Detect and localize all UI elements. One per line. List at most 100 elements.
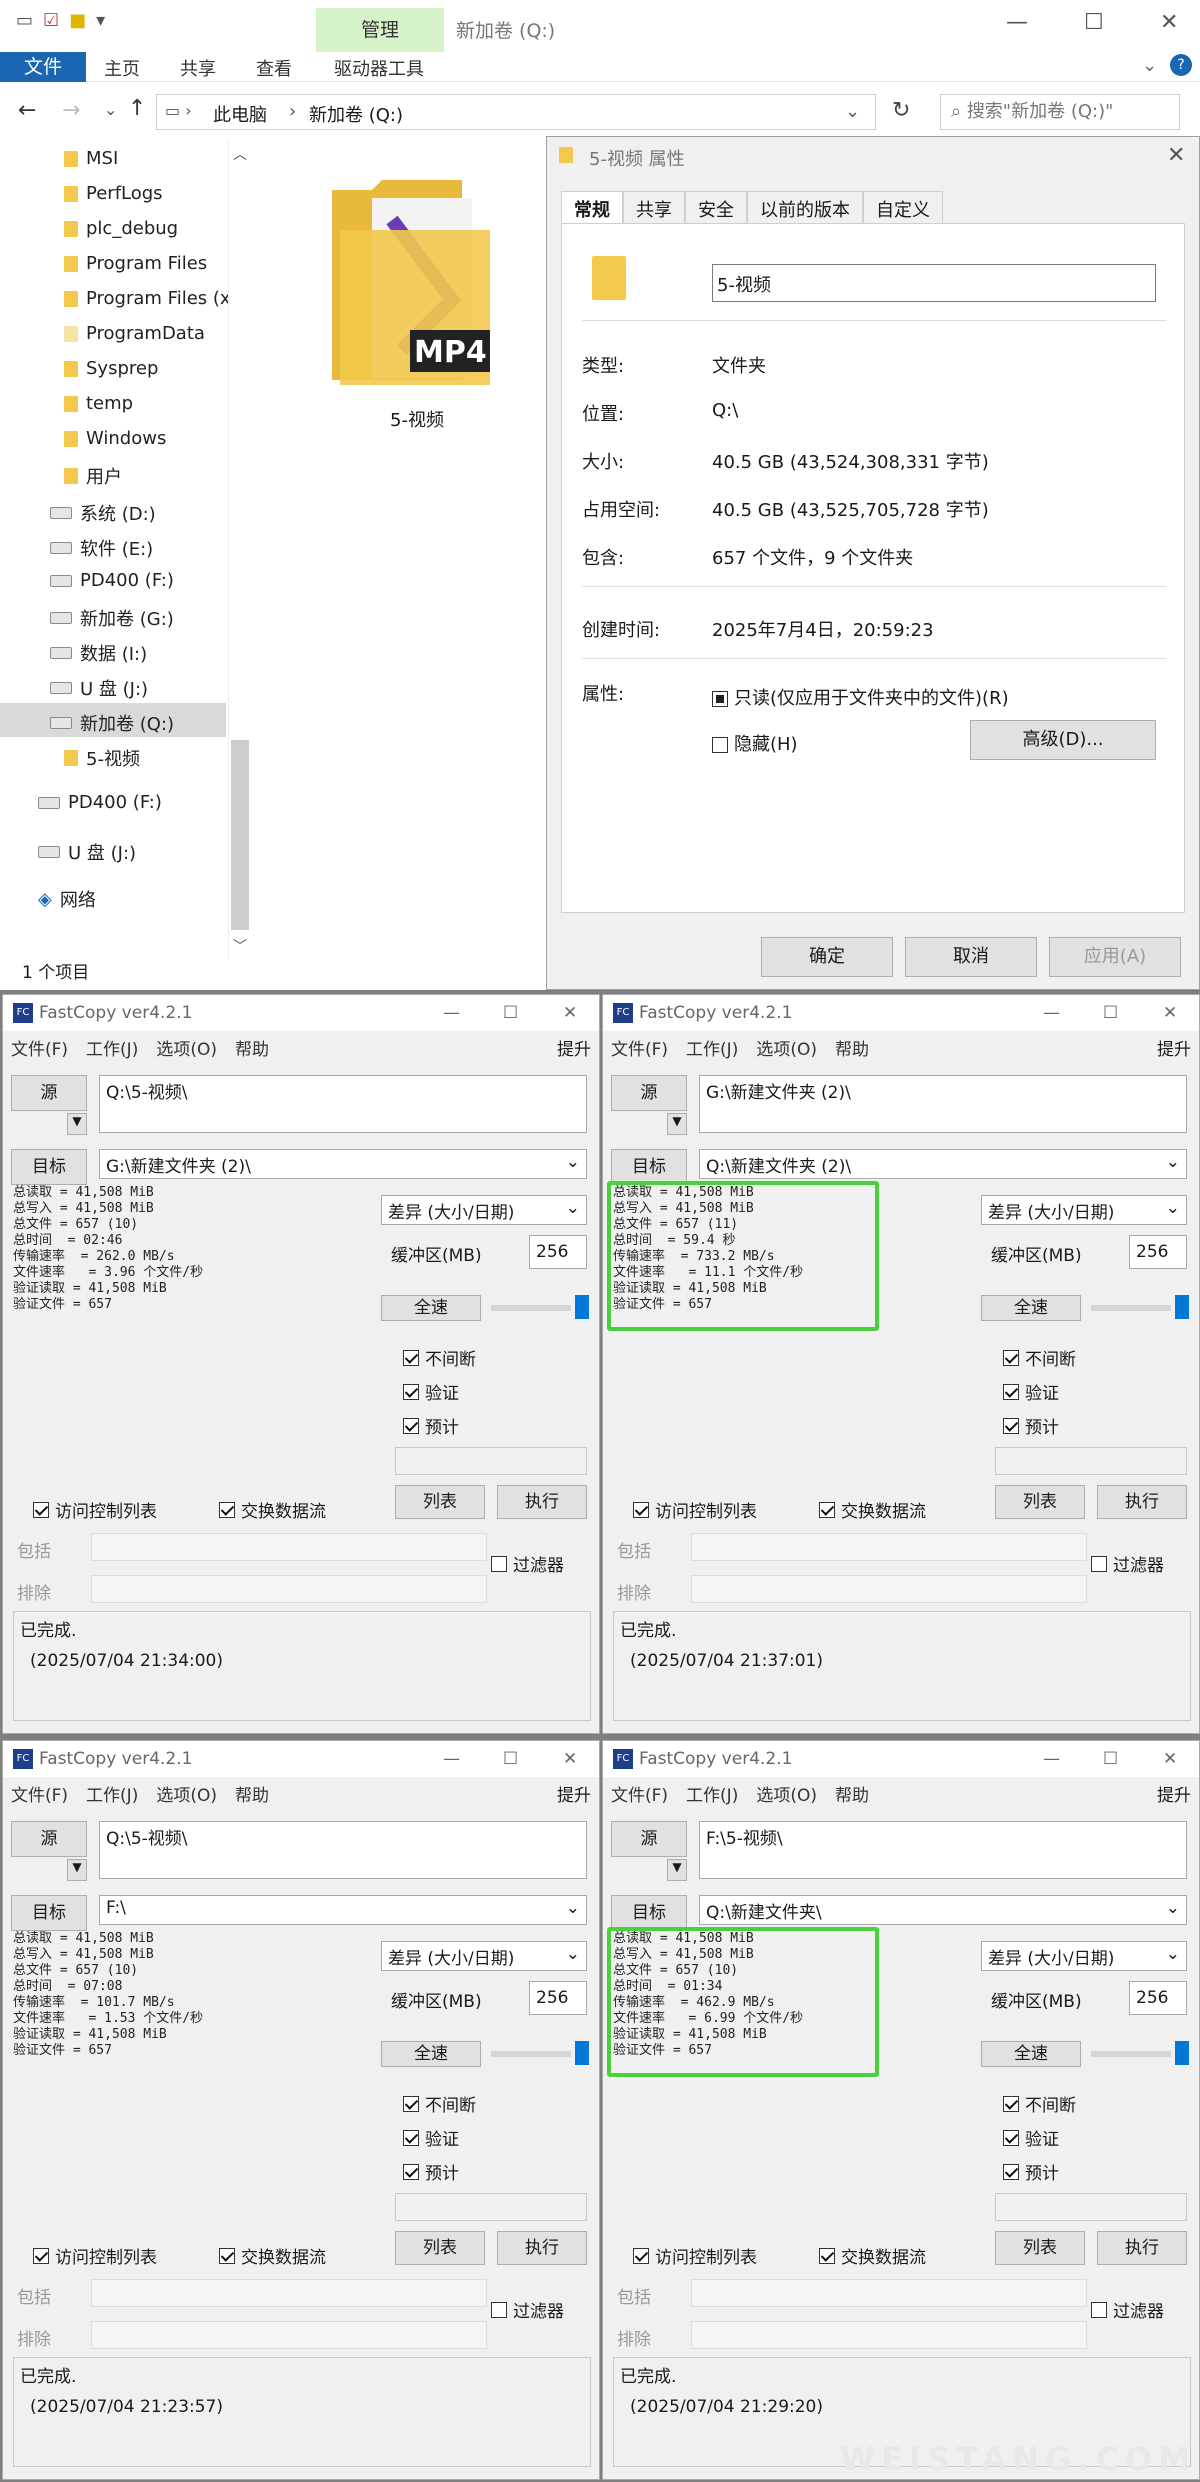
- elevate-link[interactable]: 提升: [1157, 1035, 1191, 1060]
- chevron-down-icon[interactable]: ⌄: [1166, 1152, 1180, 1172]
- estimate-checkbox[interactable]: 预计: [403, 1413, 459, 1438]
- filter-checkbox[interactable]: 过滤器: [1091, 1551, 1164, 1576]
- full-speed-button[interactable]: 全速: [381, 2041, 481, 2067]
- execute-button[interactable]: 执行: [1097, 2231, 1187, 2265]
- exclude-filter-field[interactable]: [691, 1575, 1087, 1603]
- speed-slider-thumb[interactable]: [1175, 1295, 1189, 1319]
- estimate-checkbox[interactable]: 预计: [403, 2159, 459, 2184]
- maximize-icon[interactable]: ☐: [503, 995, 518, 1031]
- verify-checkbox[interactable]: 验证: [1003, 2125, 1059, 2150]
- drive-icon[interactable]: ▭: [16, 10, 33, 31]
- speed-slider-thumb[interactable]: [1175, 2041, 1189, 2065]
- nav-item-drive[interactable]: PD400 (F:): [38, 792, 162, 813]
- menu-help[interactable]: 帮助: [835, 1040, 869, 1060]
- nav-item[interactable]: PerfLogs: [64, 183, 163, 204]
- new-folder-icon[interactable]: ■: [69, 10, 86, 31]
- menu-file[interactable]: 文件(F): [11, 1786, 68, 1806]
- buffer-size-field[interactable]: 256: [1129, 1981, 1187, 2015]
- include-filter-field[interactable]: [691, 2279, 1087, 2307]
- help-icon[interactable]: ?: [1170, 54, 1192, 76]
- menu-job[interactable]: 工作(J): [86, 1040, 138, 1060]
- search-input[interactable]: ⌕ 搜索"新加卷 (Q:)": [940, 94, 1180, 130]
- tab-home[interactable]: 主页: [104, 55, 140, 81]
- close-icon[interactable]: ✕: [563, 995, 577, 1031]
- folder-item[interactable]: MP4 5-视频: [332, 180, 492, 431]
- include-filter-field[interactable]: [691, 1533, 1087, 1561]
- cancel-button[interactable]: 取消: [905, 937, 1037, 977]
- menu-options[interactable]: 选项(O): [756, 1786, 817, 1806]
- source-path-field[interactable]: Q:\5-视频\: [99, 1821, 587, 1879]
- customize-toolbar-icon[interactable]: ▾: [96, 10, 105, 31]
- source-button[interactable]: 源: [611, 1821, 687, 1857]
- execute-button[interactable]: 执行: [497, 2231, 587, 2265]
- acl-checkbox[interactable]: 访问控制列表: [33, 2243, 157, 2268]
- tab-customize[interactable]: 自定义: [863, 191, 943, 226]
- source-dropdown-icon[interactable]: ▼: [667, 1859, 687, 1881]
- nav-item-drive[interactable]: PD400 (F:): [50, 570, 174, 591]
- filter-checkbox[interactable]: 过滤器: [491, 2297, 564, 2322]
- ads-checkbox[interactable]: 交换数据流: [219, 1497, 326, 1522]
- buffer-size-field[interactable]: 256: [1129, 1235, 1187, 1269]
- destination-path-field[interactable]: Q:\新建文件夹 (2)\ ⌄: [699, 1149, 1187, 1179]
- close-icon[interactable]: ✕: [1167, 143, 1185, 168]
- minimize-icon[interactable]: —: [443, 1741, 460, 1777]
- exclude-filter-field[interactable]: [691, 2321, 1087, 2349]
- menu-help[interactable]: 帮助: [235, 1040, 269, 1060]
- recent-locations-icon[interactable]: ⌄: [104, 100, 117, 119]
- menu-file[interactable]: 文件(F): [611, 1040, 668, 1060]
- menu-file[interactable]: 文件(F): [11, 1040, 68, 1060]
- forward-icon[interactable]: →: [62, 98, 80, 123]
- nav-item[interactable]: temp: [64, 393, 133, 414]
- menu-options[interactable]: 选项(O): [156, 1786, 217, 1806]
- tab-previous-versions[interactable]: 以前的版本: [747, 191, 863, 226]
- source-dropdown-icon[interactable]: ▼: [67, 1113, 87, 1135]
- source-path-field[interactable]: G:\新建文件夹 (2)\: [699, 1075, 1187, 1133]
- nav-item[interactable]: MSI: [64, 148, 118, 169]
- menu-help[interactable]: 帮助: [235, 1786, 269, 1806]
- tab-view[interactable]: 查看: [256, 55, 292, 81]
- nav-item[interactable]: Windows: [64, 428, 166, 449]
- ads-checkbox[interactable]: 交换数据流: [819, 1497, 926, 1522]
- menu-job[interactable]: 工作(J): [86, 1786, 138, 1806]
- refresh-icon[interactable]: ↻: [892, 98, 910, 123]
- filter-checkbox[interactable]: 过滤器: [491, 1551, 564, 1576]
- elevate-link[interactable]: 提升: [557, 1035, 591, 1060]
- destination-button[interactable]: 目标: [11, 1895, 87, 1931]
- hidden-checkbox[interactable]: 隐藏(H): [712, 730, 798, 756]
- destination-button[interactable]: 目标: [611, 1895, 687, 1931]
- address-bar[interactable]: ▭ › 此电脑 › 新加卷 (Q:) ⌄: [156, 94, 876, 130]
- nav-item-drive[interactable]: U 盘 (J:): [50, 675, 148, 701]
- back-icon[interactable]: ←: [18, 98, 36, 123]
- speed-slider-track[interactable]: [491, 2051, 571, 2057]
- minimize-icon[interactable]: —: [443, 995, 460, 1031]
- tab-share[interactable]: 共享: [180, 55, 216, 81]
- buffer-size-field[interactable]: 256: [529, 1981, 587, 2015]
- nav-item-drive[interactable]: 系统 (D:): [50, 500, 156, 526]
- nonstop-checkbox[interactable]: 不间断: [1003, 1345, 1076, 1370]
- estimate-checkbox[interactable]: 预计: [1003, 2159, 1059, 2184]
- menu-file[interactable]: 文件(F): [611, 1786, 668, 1806]
- nav-item-network[interactable]: ◈ 网络: [38, 886, 96, 912]
- list-button[interactable]: 列表: [395, 2231, 485, 2265]
- elevate-link[interactable]: 提升: [1157, 1781, 1191, 1806]
- include-filter-field[interactable]: [91, 1533, 487, 1561]
- ribbon-expand-icon[interactable]: ⌄: [1142, 55, 1157, 76]
- ads-checkbox[interactable]: 交换数据流: [219, 2243, 326, 2268]
- tab-sharing[interactable]: 共享: [623, 191, 685, 226]
- full-speed-button[interactable]: 全速: [981, 2041, 1081, 2067]
- nav-item-drive[interactable]: 新加卷 (G:): [50, 605, 174, 631]
- destination-button[interactable]: 目标: [611, 1149, 687, 1185]
- source-path-field[interactable]: Q:\5-视频\: [99, 1075, 587, 1133]
- verify-checkbox[interactable]: 验证: [403, 1379, 459, 1404]
- menu-options[interactable]: 选项(O): [756, 1040, 817, 1060]
- nav-item[interactable]: ProgramData: [64, 323, 205, 344]
- close-icon[interactable]: ✕: [1160, 10, 1178, 35]
- source-button[interactable]: 源: [11, 1075, 87, 1111]
- copy-mode-select[interactable]: 差异 (大小/日期) ⌄: [981, 1195, 1187, 1225]
- list-button[interactable]: 列表: [995, 1485, 1085, 1519]
- tab-security[interactable]: 安全: [685, 191, 747, 226]
- close-icon[interactable]: ✕: [1163, 1741, 1177, 1777]
- buffer-size-field[interactable]: 256: [529, 1235, 587, 1269]
- menu-job[interactable]: 工作(J): [686, 1040, 738, 1060]
- exclude-filter-field[interactable]: [91, 2321, 487, 2349]
